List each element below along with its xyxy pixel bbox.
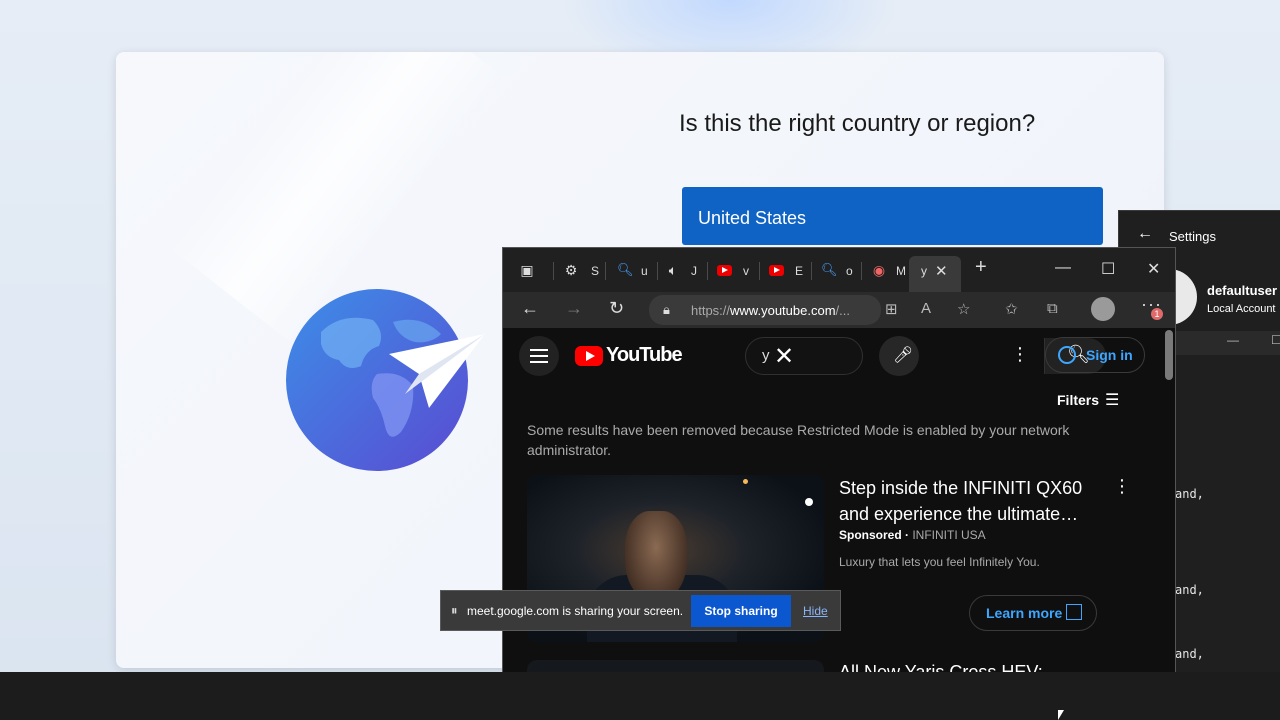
tab-label[interactable]: u: [641, 264, 648, 278]
filters-icon[interactable]: ☰: [1105, 390, 1119, 410]
close-icon[interactable]: ✕: [1147, 259, 1160, 279]
ad-more-icon[interactable]: ⋮: [1113, 476, 1131, 497]
youtube-logo-icon[interactable]: [575, 346, 603, 366]
terminal-line: and,: [1175, 583, 1204, 597]
tab-separator: [811, 262, 812, 280]
tab-actions-icon[interactable]: ▣: [519, 262, 535, 278]
new-tab-icon[interactable]: +: [975, 256, 987, 279]
drag-handle-icon[interactable]: ⏸︎: [451, 603, 458, 619]
maximize-icon[interactable]: ☐: [1271, 333, 1280, 347]
nav-bar: ← → ↻ 🔒︎ https://www.youtube.com/... ⊞ A…: [503, 292, 1175, 328]
minimize-icon[interactable]: —: [1227, 333, 1239, 347]
lock-icon: 🔒︎: [663, 302, 670, 317]
account-icon: [1058, 346, 1076, 364]
url-text: https://www.youtube.com/...: [691, 303, 850, 318]
speaker-icon[interactable]: 🔈︎: [665, 262, 681, 278]
notification-badge: 1: [1151, 308, 1163, 320]
tab-label: y: [921, 264, 927, 278]
ad-description: Luxury that lets you feel Infinitely You…: [839, 555, 1040, 569]
tab-label[interactable]: o: [846, 264, 853, 278]
youtube-icon[interactable]: [769, 265, 784, 276]
settings-icon[interactable]: ⚙: [563, 262, 579, 278]
add-favorite-icon[interactable]: ☆: [957, 300, 970, 318]
read-aloud-icon[interactable]: A: [921, 300, 931, 317]
settings-title: Settings: [1169, 229, 1216, 244]
record-icon[interactable]: ◉: [871, 262, 887, 278]
mouse-cursor: [1058, 710, 1064, 720]
collections-icon[interactable]: ⧉: [1047, 300, 1058, 317]
tab-separator: [657, 262, 658, 280]
scrollbar[interactable]: [1165, 330, 1173, 380]
hide-link[interactable]: Hide: [803, 604, 828, 618]
close-tab-icon[interactable]: ✕: [935, 262, 948, 280]
sponsored-line: Sponsored · INFINITI USA: [839, 528, 986, 542]
search-query: y: [762, 347, 770, 364]
sign-in-label: Sign in: [1086, 347, 1133, 363]
tab-bar: ▣ ⚙ S 🔍︎ u 🔈︎ J v E 🔍︎ o ◉ M y ✕ + — ☐ ✕: [503, 248, 1175, 292]
refresh-icon[interactable]: ↻: [609, 298, 624, 319]
youtube-icon[interactable]: [717, 265, 732, 276]
restricted-mode-notice: Some results have been removed because R…: [527, 422, 1070, 458]
tab-label[interactable]: M: [896, 264, 906, 278]
back-icon[interactable]: ←: [521, 298, 539, 319]
taskbar: [0, 672, 1280, 720]
youtube-wordmark[interactable]: YouTube: [606, 344, 683, 367]
tab-separator: [861, 262, 862, 280]
tab-label[interactable]: E: [795, 264, 803, 278]
settings-menu-icon[interactable]: ⋮: [1011, 344, 1029, 365]
thumbnail-figure-face: [625, 511, 687, 601]
tab-label[interactable]: v: [743, 264, 749, 278]
oobe-title: Is this the right country or region?: [679, 110, 1036, 137]
minimize-icon[interactable]: —: [1055, 259, 1071, 277]
learn-more-label: Learn more: [986, 605, 1063, 621]
learn-more-button[interactable]: Learn more: [969, 595, 1097, 631]
thumbnail-light: [805, 498, 813, 506]
external-link-icon: [1066, 604, 1082, 620]
terminal-line: and,: [1175, 647, 1204, 661]
tab-separator: [759, 262, 760, 280]
app-available-icon[interactable]: ⊞: [885, 300, 898, 318]
microphone-icon: 🎤︎: [893, 347, 914, 364]
menu-icon[interactable]: [519, 336, 559, 376]
user-name: defaultuser: [1207, 283, 1278, 298]
globe-illustration: [281, 262, 491, 472]
tab-active[interactable]: y ✕: [909, 256, 961, 292]
search-icon[interactable]: 🔍︎: [617, 262, 634, 278]
maximize-icon[interactable]: ☐: [1101, 259, 1115, 279]
terminal-line: and,: [1175, 487, 1204, 501]
stop-sharing-button[interactable]: Stop sharing: [691, 595, 791, 627]
tab-separator: [553, 262, 554, 280]
search-input[interactable]: y ✕ 🔍︎: [745, 337, 1106, 375]
thumbnail-light: [743, 479, 748, 484]
clear-search-icon[interactable]: ✕: [774, 342, 794, 371]
sign-in-button[interactable]: Sign in: [1045, 337, 1145, 373]
profile-avatar[interactable]: [1091, 297, 1115, 321]
country-option-selected[interactable]: United States: [682, 187, 1103, 245]
forward-icon[interactable]: →: [565, 298, 583, 319]
voice-search-button[interactable]: 🎤︎: [879, 336, 919, 376]
screen-share-bar: ⏸︎ meet.google.com is sharing your scree…: [440, 590, 841, 631]
filters-button[interactable]: Filters: [1057, 392, 1099, 408]
ad-title[interactable]: Step inside the INFINITI QX60 and experi…: [839, 475, 1089, 527]
back-arrow-icon[interactable]: ←: [1137, 225, 1153, 243]
tab-label[interactable]: S: [591, 264, 599, 278]
tab-separator: [707, 262, 708, 280]
search-icon[interactable]: 🔍︎: [821, 262, 838, 278]
favorites-icon[interactable]: ✩: [1005, 300, 1018, 318]
address-bar[interactable]: 🔒︎ https://www.youtube.com/...: [649, 295, 881, 325]
share-message: meet.google.com is sharing your screen.: [467, 604, 684, 618]
tab-separator: [605, 262, 606, 280]
tab-label[interactable]: J: [691, 264, 697, 278]
account-type: Local Account: [1207, 303, 1276, 315]
